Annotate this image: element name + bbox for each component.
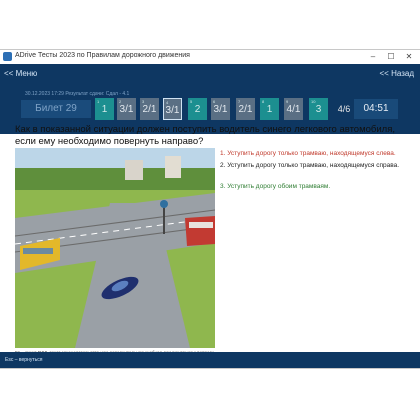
score-counter: 4/6: [337, 104, 351, 114]
question-tile-number: 2: [119, 99, 122, 104]
status-bar: Esc – вернуться: [0, 352, 420, 368]
answer-option-3[interactable]: 3. Уступить дорогу обоим трамваям.: [220, 183, 415, 191]
question-tile-6[interactable]: 6 3/1: [211, 98, 230, 120]
question-tile-4[interactable]: 4 3/1: [163, 98, 182, 120]
close-button[interactable]: ✕: [402, 51, 416, 62]
window-title: ADrive Тесты 2023 по Правилам дорожного …: [15, 52, 190, 59]
question-tile-9[interactable]: 9 4/1: [284, 98, 303, 120]
answer-option-2[interactable]: 2. Уступить дорогу только трамваю, наход…: [220, 162, 415, 170]
question-tile-label: 1: [101, 104, 108, 115]
back-button[interactable]: << Назад: [380, 69, 415, 78]
question-tile-label: 2/1: [238, 104, 253, 115]
maximize-button[interactable]: ☐: [384, 51, 398, 62]
answer-option-1[interactable]: 1. Уступить дорогу только трамваю, наход…: [220, 150, 415, 158]
tram-right: [185, 216, 215, 246]
exam-meta: 30.12.2023 17:29 Результат сдачи: Сдал -…: [25, 91, 130, 97]
title-bar: ADrive Тесты 2023 по Правилам дорожного …: [0, 50, 420, 65]
question-tile-number: 8: [262, 99, 265, 104]
question-tile-2[interactable]: 2 3/1: [117, 98, 136, 120]
question-tile-label: 1: [266, 104, 273, 115]
question-tile-number: 4: [166, 100, 169, 105]
question-picture[interactable]: [14, 148, 216, 348]
question-tile-label: 4/1: [286, 104, 301, 115]
esc-hint[interactable]: Esc – вернуться: [5, 357, 42, 363]
question-tile-number: 1: [97, 99, 100, 104]
intersection-illustration: [14, 148, 216, 348]
question-tile-7[interactable]: 7 2/1: [236, 98, 255, 120]
question-tile-label: 2/1: [142, 104, 157, 115]
question-tile-label: 2: [194, 104, 201, 115]
question-tile-8[interactable]: 8 1: [260, 98, 279, 120]
question-tile-10[interactable]: 10 3: [309, 98, 328, 120]
question-tile-number: 3: [142, 99, 145, 104]
question-tile-5[interactable]: 5 2: [188, 98, 207, 120]
app-icon: [3, 52, 12, 61]
question-tile-3[interactable]: 3 2/1: [140, 98, 159, 120]
question-tile-1[interactable]: 1 1: [95, 98, 114, 120]
question-tile-number: 7: [238, 99, 241, 104]
question-text: Как в показанной ситуации должен поступи…: [15, 124, 395, 147]
question-tile-number: 10: [311, 99, 316, 104]
question-tile-number: 9: [286, 99, 289, 104]
question-tile-label: 3: [315, 104, 322, 115]
question-tile-number: 6: [213, 99, 216, 104]
question-tile-label: 3/1: [165, 105, 180, 116]
question-tile-label: 3/1: [213, 104, 228, 115]
minimize-button[interactable]: –: [366, 51, 380, 62]
question-tile-label: 3/1: [119, 104, 134, 115]
question-tile-number: 5: [190, 99, 193, 104]
timer: 04:51: [354, 99, 398, 119]
ticket-label: Билет 29: [21, 100, 91, 118]
app-window: ADrive Тесты 2023 по Правилам дорожного …: [0, 50, 420, 368]
menu-button[interactable]: << Меню: [4, 69, 37, 78]
